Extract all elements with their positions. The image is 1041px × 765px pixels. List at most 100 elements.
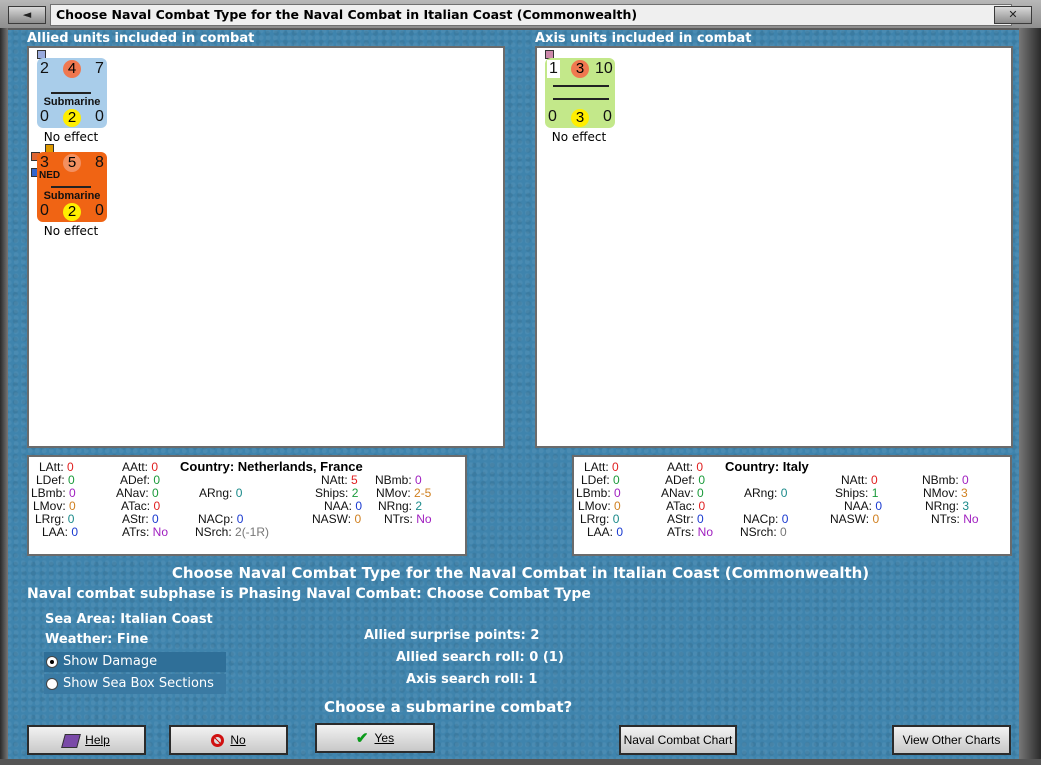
axis-stats-panel: LAtt: 0 LDef: 0 LBmb: 0 LMov: 0 LRrg: 0 … (572, 455, 1012, 556)
stat-atac: ATac: 0 (666, 499, 706, 513)
stat-nbmb: NBmb: 0 (922, 473, 969, 487)
stat-ldef: LDef: 0 (36, 473, 75, 487)
unit-counter[interactable]: 1 3 10 0 3 0 (545, 58, 615, 128)
frame-right (1019, 28, 1041, 765)
counter-bottom-left: 0 (548, 108, 557, 125)
no-icon (211, 734, 225, 748)
yes-label: Yes (374, 731, 395, 745)
help-button[interactable]: Help (27, 725, 146, 755)
stat-nsrch: NSrch: 0 (740, 525, 787, 539)
submarine-icon (51, 186, 91, 188)
yes-button[interactable]: ✔ Yes (315, 723, 435, 753)
stat-nasw: NASW: 0 (312, 512, 362, 526)
stat-nrng: NRng: 3 (925, 499, 970, 513)
counter-top-left: 2 (40, 60, 49, 77)
counter-type: Submarine (43, 96, 101, 108)
stat-nrng: NRng: 2 (378, 499, 423, 513)
stat-nbmb: NBmb: 0 (375, 473, 422, 487)
counter-top-mid: 3 (571, 60, 589, 78)
weather-value: Fine (116, 632, 149, 647)
stat-arng: ARng: 0 (744, 486, 788, 500)
stat-anav: ANav: 0 (661, 486, 704, 500)
unit-effect: No effect (43, 130, 99, 144)
stat-naa: NAA: 0 (324, 499, 363, 513)
counter-nation: NED (39, 170, 61, 181)
surprise-label: Allied surprise points: (364, 628, 526, 643)
stat-nsrch: NSrch: 2(-1R) (195, 525, 270, 539)
axis-country: Country: Italy (725, 459, 809, 474)
unit-counter[interactable]: 2 4 7 Submarine 0 2 0 (37, 58, 107, 128)
counter-bottom-mid: 2 (63, 203, 81, 221)
radio-selected-icon[interactable] (46, 656, 58, 668)
stat-lrrg: LRrg: 0 (580, 512, 620, 526)
naval-combat-chart-label: Naval Combat Chart (623, 733, 733, 747)
stat-nacp: NACp: 0 (198, 512, 244, 526)
counter-type: Submarine (43, 190, 101, 202)
stat-aatt: AAtt: 0 (122, 460, 159, 474)
stat-atac: ATac: 0 (121, 499, 161, 513)
axis-search-row: Axis search roll: 1 (406, 672, 537, 687)
stat-natt: NAtt: 0 (841, 473, 878, 487)
allied-stats-panel: LAtt: 0 LDef: 0 LBmb: 0 LMov: 0 LRrg: 0 … (27, 455, 467, 556)
sea-area-label: Sea Area: (45, 612, 116, 627)
battleship-icon (553, 85, 609, 87)
title-bar: ◄ Choose Naval Combat Type for the Naval… (0, 0, 1041, 30)
stat-lmov: LMov: 0 (578, 499, 621, 513)
stat-aatt: AAtt: 0 (667, 460, 704, 474)
radio-unselected-icon[interactable] (46, 678, 58, 690)
sea-area-value: Italian Coast (120, 612, 213, 627)
allied-unit-1[interactable]: 2 4 7 Submarine 0 2 0 No effect (31, 50, 111, 144)
checkmark-icon: ✔ (355, 729, 369, 747)
naval-combat-chart-button[interactable]: Naval Combat Chart (619, 725, 737, 755)
window-menu-button[interactable]: ◄ (8, 6, 46, 24)
counter-bottom-mid: 3 (571, 109, 589, 127)
stat-atrs: ATrs: No (122, 525, 169, 539)
subphase-text: Naval combat subphase is Phasing Naval C… (27, 586, 591, 602)
dialog-window: ◄ Choose Naval Combat Type for the Naval… (0, 0, 1041, 765)
stat-ntrs: NTrs: No (384, 512, 432, 526)
title-field: Choose Naval Combat Type for the Naval C… (50, 4, 1012, 26)
no-label: No (230, 733, 246, 747)
axis-units-label: Axis units included in combat (535, 31, 752, 46)
help-label: Help (85, 733, 110, 747)
stat-naa: NAA: 0 (844, 499, 883, 513)
stat-latt: LAtt: 0 (39, 460, 74, 474)
stat-lbmb: LBmb: 0 (576, 486, 621, 500)
stat-laa: LAA: 0 (42, 525, 79, 539)
counter-bottom-right: 0 (95, 108, 104, 125)
window-title: Choose Naval Combat Type for the Naval C… (56, 7, 638, 22)
weather-label: Weather: (45, 632, 113, 647)
unit-counter[interactable]: 3 5 8 NED Submarine 0 2 0 (37, 152, 107, 222)
allied-search-value: 0 (1) (529, 650, 564, 665)
view-other-charts-button[interactable]: View Other Charts (892, 725, 1011, 755)
axis-unit-1[interactable]: 1 3 10 0 3 0 No effect (539, 50, 619, 144)
counter-top-right: 7 (95, 60, 104, 77)
stat-lbmb: LBmb: 0 (31, 486, 76, 500)
stat-astr: AStr: 0 (122, 512, 159, 526)
show-damage-option[interactable]: Show Damage (44, 652, 226, 672)
stat-astr: AStr: 0 (667, 512, 704, 526)
allied-units-panel: 2 4 7 Submarine 0 2 0 No effect 3 5 8 NE… (27, 46, 505, 448)
frame-left (0, 28, 8, 765)
counter-bottom-left: 0 (40, 108, 49, 125)
submarine-icon (51, 92, 91, 94)
unit-effect: No effect (43, 224, 99, 238)
frame-bottom (0, 759, 1041, 765)
close-button[interactable]: ✕ (994, 6, 1032, 24)
counter-top-right: 8 (95, 154, 104, 171)
counter-bottom-right: 0 (95, 202, 104, 219)
show-sea-box-option[interactable]: Show Sea Box Sections (44, 674, 226, 694)
stat-lmov: LMov: 0 (33, 499, 76, 513)
allied-search-row: Allied search roll: 0 (1) (396, 650, 564, 665)
stat-ldef: LDef: 0 (581, 473, 620, 487)
allied-unit-2[interactable]: 3 5 8 NED Submarine 0 2 0 No effect (31, 144, 111, 238)
stat-nmov: NMov: 3 (923, 486, 968, 500)
close-icon: ✕ (1008, 8, 1018, 21)
weather-row: Weather: Fine (45, 632, 148, 647)
stat-nmov: NMov: 2-5 (376, 486, 432, 500)
no-button[interactable]: No (169, 725, 288, 755)
stat-adef: ADef: 0 (665, 473, 706, 487)
allied-country: Country: Netherlands, France (180, 459, 363, 474)
stat-anav: ANav: 0 (116, 486, 159, 500)
surprise-row: Allied surprise points: 2 (364, 628, 539, 643)
